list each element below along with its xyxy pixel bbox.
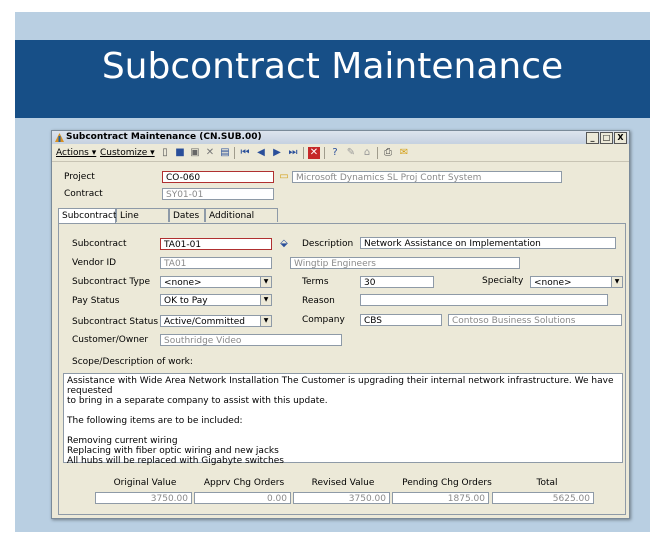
subcontract-status-select[interactable]: Active/Committed ▼ — [160, 315, 272, 327]
email-icon[interactable]: ✉ — [398, 147, 410, 159]
toolbar-separator — [324, 147, 325, 159]
original-value-label: Original Value — [113, 478, 177, 488]
customer-owner-field: Southridge Video — [160, 334, 342, 346]
reason-input[interactable] — [360, 294, 608, 306]
company-label: Company — [302, 315, 345, 325]
scope-textarea[interactable]: Assistance with Wide Area Network Instal… — [63, 373, 623, 466]
vendor-id-label: Vendor ID — [72, 258, 117, 268]
toolbar-separator — [303, 147, 304, 159]
minimize-button[interactable]: _ — [586, 132, 599, 144]
chevron-down-icon[interactable]: ▼ — [611, 277, 622, 287]
chevron-down-icon[interactable]: ▼ — [260, 316, 271, 326]
subcontract-type-value: <none> — [164, 278, 202, 288]
project-lookup-icon[interactable]: ▭ — [278, 171, 290, 183]
tab-subcontract[interactable]: Subcontract — [58, 208, 117, 224]
description-label: Description — [302, 239, 354, 249]
apprv-chg-orders-field: 0.00 — [194, 492, 291, 504]
slide-title: Subcontract Maintenance — [101, 46, 564, 87]
print-icon[interactable]: ⎙ — [382, 147, 394, 159]
apprv-chg-orders-label: Apprv Chg Orders — [203, 478, 285, 488]
contract-field: SY01-01 — [162, 188, 274, 200]
tab-line-items[interactable]: Line Items — [116, 208, 169, 235]
pay-status-select[interactable]: OK to Pay ▼ — [160, 294, 272, 306]
revised-value-field: 3750.00 — [293, 492, 390, 504]
new-icon[interactable]: ▯ — [159, 147, 171, 159]
scope-line: The following items are to be included: — [67, 416, 243, 426]
scope-line: Replacing with fiber optic wiring and ne… — [67, 446, 279, 456]
slide: Subcontract Maintenance Subcontract Main… — [0, 0, 665, 544]
original-value-field: 3750.00 — [95, 492, 192, 504]
contract-label: Contract — [64, 189, 103, 199]
chevron-down-icon[interactable]: ▼ — [260, 277, 271, 287]
specialty-select[interactable]: <none> ▼ — [530, 276, 623, 288]
delete-icon[interactable]: ✕ — [204, 147, 216, 159]
pay-status-value: OK to Pay — [164, 296, 208, 306]
project-description-field: Microsoft Dynamics SL Proj Contr System — [292, 171, 562, 183]
subcontract-type-label: Subcontract Type — [72, 277, 151, 287]
customize-menu[interactable]: Customize ▾ — [100, 148, 155, 158]
help-icon[interactable]: ? — [329, 147, 341, 159]
total-field: 5625.00 — [492, 492, 594, 504]
pending-chg-orders-label: Pending Chg Orders — [402, 478, 492, 488]
window-title: Subcontract Maintenance (CN.SUB.00) — [66, 132, 262, 142]
terms-label: Terms — [302, 277, 329, 287]
specialty-label: Specialty — [482, 276, 524, 286]
customer-owner-label: Customer/Owner — [72, 335, 149, 345]
pending-chg-orders-field: 1875.00 — [392, 492, 489, 504]
description-input[interactable]: Network Assistance on Implementation — [360, 237, 616, 249]
scope-label: Scope/Description of work: — [72, 357, 193, 367]
subcontract-status-label: Subcontract Status — [72, 317, 159, 327]
next-record-icon[interactable]: ▶ — [271, 147, 283, 159]
project-label: Project — [64, 172, 95, 182]
tab-additional-info[interactable]: Additional Info — [205, 208, 278, 235]
application-window: Subcontract Maintenance (CN.SUB.00) _ □ … — [51, 130, 630, 519]
maximize-button[interactable]: □ — [600, 132, 613, 144]
subcontract-status-value: Active/Committed — [164, 317, 246, 327]
last-record-icon[interactable]: ⏭ — [287, 147, 299, 159]
close-button[interactable]: X — [614, 132, 627, 144]
save-icon[interactable]: ■ — [174, 147, 186, 159]
app-icon — [55, 133, 64, 142]
window-titlebar[interactable]: Subcontract Maintenance (CN.SUB.00) _ □ … — [52, 131, 629, 144]
chevron-down-icon[interactable]: ▼ — [260, 295, 271, 305]
vendor-id-field: TA01 — [160, 257, 272, 269]
attachment-icon[interactable]: ⌂ — [361, 147, 373, 159]
first-record-icon[interactable]: ⏮ — [239, 147, 251, 159]
scope-line: All hubs will be replaced with Gigabyte … — [67, 456, 284, 466]
project-input[interactable]: CO-060 — [162, 171, 274, 183]
actions-menu[interactable]: Actions ▾ — [56, 148, 96, 158]
scope-line — [67, 406, 619, 416]
cancel-icon[interactable]: ✕ — [308, 147, 320, 159]
vendor-name-field: Wingtip Engineers — [290, 257, 520, 269]
specialty-value: <none> — [534, 278, 572, 288]
terms-input[interactable]: 30 — [360, 276, 434, 288]
notes-icon[interactable]: ✎ — [345, 147, 357, 159]
company-name-field: Contoso Business Solutions — [448, 314, 622, 326]
scope-line — [67, 426, 619, 436]
company-input[interactable]: CBS — [360, 314, 442, 326]
total-label: Total — [536, 478, 558, 488]
scope-line: to bring in a separate company to assist… — [67, 396, 328, 406]
reason-label: Reason — [302, 296, 335, 306]
toolbar-separator — [234, 147, 235, 159]
subcontract-lookup-icon[interactable]: ⬙ — [278, 238, 290, 250]
subcontract-input[interactable]: TA01-01 — [160, 238, 272, 250]
copy-icon[interactable]: ▣ — [189, 147, 201, 159]
subcontract-label: Subcontract — [72, 239, 127, 249]
edit-icon[interactable]: ▤ — [219, 147, 231, 159]
subcontract-type-select[interactable]: <none> ▼ — [160, 276, 272, 288]
scope-line: Removing current wiring — [67, 436, 178, 446]
scope-line: Assistance with Wide Area Network Instal… — [67, 376, 614, 396]
toolbar-separator — [377, 147, 378, 159]
toolbar: Actions ▾ Customize ▾ ▯ ■ ▣ ✕ ▤ ⏮ ◀ ▶ ⏭ … — [52, 145, 629, 162]
pay-status-label: Pay Status — [72, 296, 120, 306]
tab-dates[interactable]: Dates — [169, 208, 205, 222]
revised-value-label: Revised Value — [311, 478, 375, 488]
previous-record-icon[interactable]: ◀ — [255, 147, 267, 159]
